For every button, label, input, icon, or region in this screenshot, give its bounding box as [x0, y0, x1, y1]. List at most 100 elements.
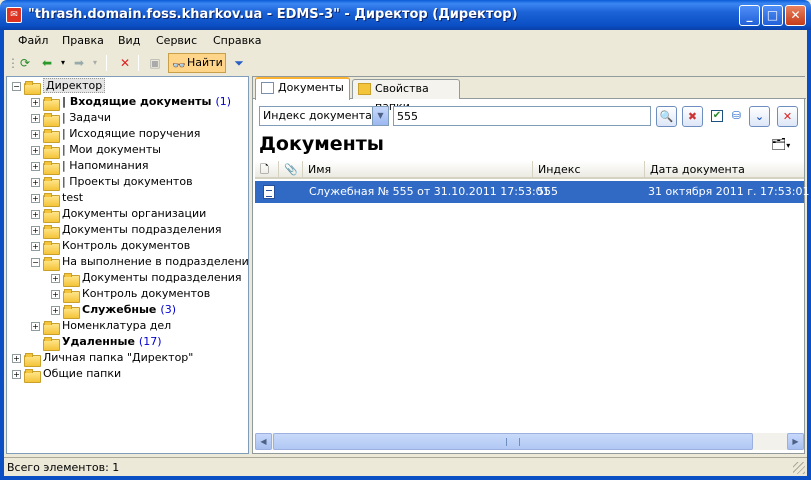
tree-item[interactable]: + | Задачи — [31, 110, 111, 127]
tree-item[interactable]: − На выполнение в подразделении — [31, 254, 248, 271]
clear-search-button[interactable]: ✖ — [682, 106, 703, 127]
search-row: Индекс документа ▼ 🔍 ✖ ✔ ⛁ ⌄ ✕ — [259, 106, 801, 128]
expand-toggle-icon[interactable]: + — [31, 129, 40, 139]
tree-item[interactable]: + | Проекты документов — [31, 174, 193, 191]
column-type-header[interactable]: 🗋 — [255, 161, 279, 179]
tree-item[interactable]: + Контроль документов — [31, 238, 190, 255]
search-option-checkbox[interactable]: ✔ — [711, 110, 723, 122]
tree-item[interactable]: +Удаленные(17) — [31, 334, 162, 351]
table-row[interactable]: Служебная № 555 от 31.10.2011 17:53:01 5… — [255, 181, 809, 203]
menu-service[interactable]: Сервис — [156, 34, 197, 47]
view-options-button[interactable]: 🗂▾ — [771, 137, 801, 153]
window-frame-right — [807, 30, 811, 480]
tab-folder-properties[interactable]: Свойства папки — [352, 79, 460, 113]
tree-item[interactable]: + Служебные (3) — [51, 302, 176, 319]
folder-icon — [63, 288, 80, 303]
close-icon: ✕ — [782, 110, 793, 123]
tree-item[interactable]: + | Напоминания — [31, 158, 148, 175]
tree-item-label: | Мои документы — [62, 143, 161, 156]
tree-item[interactable]: + test — [31, 190, 84, 207]
menu-help[interactable]: Справка — [213, 34, 261, 47]
close-search-button[interactable]: ✕ — [777, 106, 798, 127]
expand-toggle-icon[interactable]: + — [31, 97, 40, 107]
tree-item[interactable]: + Документы подразделения — [51, 270, 242, 287]
folder-icon — [43, 208, 60, 223]
expand-toggle-icon[interactable]: + — [31, 209, 40, 219]
scroll-right-icon[interactable]: ▶ — [787, 433, 804, 450]
search-field-select[interactable]: Индекс документа ▼ — [259, 106, 389, 126]
tree-item[interactable]: + | Исходящие поручения — [31, 126, 200, 143]
tree-item[interactable]: + Номенклатура дел — [31, 318, 171, 335]
folder-icon — [43, 128, 60, 143]
search-input[interactable] — [393, 106, 651, 126]
column-name-header[interactable]: Имя — [303, 161, 533, 179]
expand-toggle-icon[interactable]: + — [51, 305, 60, 315]
folder-tree[interactable]: − Директор + | Входящие документы (1) + | Зада… — [6, 76, 249, 454]
menu-edit[interactable]: Правка — [62, 34, 104, 47]
tree-item[interactable]: + Документы организации — [31, 206, 207, 223]
tree-item-label: Директор — [43, 78, 106, 93]
expand-toggle-icon[interactable]: + — [31, 145, 40, 155]
expand-toggle-icon[interactable]: + — [31, 113, 40, 123]
refresh-icon[interactable]: ⟳ — [16, 54, 34, 72]
scrollbar-thumb[interactable] — [273, 433, 753, 450]
expand-toggle-icon[interactable]: + — [51, 289, 60, 299]
expand-toggle-icon[interactable]: − — [31, 257, 40, 267]
delete-icon[interactable]: ✕ — [116, 54, 134, 72]
expand-toggle-icon[interactable]: + — [31, 161, 40, 171]
column-index-header[interactable]: Индекс документа — [533, 161, 645, 193]
expand-toggle-icon[interactable]: + — [31, 225, 40, 235]
tree-item[interactable]: + | Мои документы — [31, 142, 161, 159]
window-frame-bottom — [0, 476, 811, 480]
folder-icon — [43, 176, 60, 191]
expand-search-button[interactable]: ⌄ — [749, 106, 770, 127]
expand-toggle-icon[interactable]: − — [12, 81, 21, 91]
forward-dropdown-icon[interactable]: ▾ — [86, 54, 104, 72]
expand-toggle-icon[interactable]: + — [12, 369, 21, 379]
tree-item[interactable]: + | Входящие документы (1) — [31, 94, 232, 111]
chevron-down-icon[interactable]: ▼ — [372, 107, 388, 125]
tree-item-label: | Задачи — [62, 111, 111, 124]
expand-toggle-icon[interactable]: + — [31, 193, 40, 203]
document-type-icon: 🗋 — [260, 163, 269, 176]
documents-panel: Документы Свойства папки Индекс документ… — [252, 76, 809, 454]
menu-bar: Файл Правка Вид Сервис Справка — [4, 30, 807, 52]
window-frame-left — [0, 30, 4, 480]
expand-toggle-icon[interactable]: + — [51, 273, 60, 283]
folder-icon — [43, 256, 60, 271]
tree-item[interactable]: + Общие папки — [12, 366, 121, 383]
tree-item-label: Документы организации — [62, 207, 207, 220]
view-options-icon: 🗂 — [771, 137, 787, 151]
horizontal-scrollbar[interactable]: ◀ ▶ — [255, 433, 804, 450]
tree-item[interactable]: + Контроль документов — [51, 286, 210, 303]
column-date-header[interactable]: Дата документа — [645, 161, 804, 179]
close-button[interactable]: ✕ — [785, 5, 806, 26]
find-button[interactable]: 👓 Найти — [168, 53, 226, 73]
find-button-label: Найти — [187, 56, 223, 69]
maximize-button[interactable]: □ — [762, 5, 783, 26]
menu-view[interactable]: Вид — [118, 34, 140, 47]
menu-file[interactable]: Файл — [18, 34, 48, 47]
resize-grip-icon[interactable] — [793, 462, 805, 474]
column-attachment-header[interactable]: 📎 — [279, 161, 303, 179]
search-button[interactable]: 🔍 — [656, 106, 677, 127]
save-icon[interactable]: ▣ — [146, 54, 164, 72]
expand-toggle-icon[interactable]: + — [31, 321, 40, 331]
tree-item[interactable]: + Личная папка "Директор" — [12, 350, 193, 367]
minimize-button[interactable]: _ — [739, 5, 760, 26]
tree-item-label: Документы подразделения — [82, 271, 242, 284]
filter-icon[interactable]: ⏷ — [230, 54, 248, 72]
tree-item[interactable]: − Директор — [12, 78, 106, 95]
tree-item-label: test — [62, 191, 84, 204]
expand-toggle-icon[interactable]: + — [31, 177, 40, 187]
tab-strip: Документы Свойства папки — [253, 77, 806, 113]
expand-toggle-icon[interactable]: + — [12, 353, 21, 363]
clear-search-icon: ✖ — [687, 110, 698, 123]
tree-item[interactable]: + Документы подразделения — [31, 222, 222, 239]
expand-toggle-icon[interactable]: + — [31, 241, 40, 251]
tree-item-count: (1) — [215, 95, 232, 108]
tab-documents[interactable]: Документы — [255, 77, 350, 100]
scroll-left-icon[interactable]: ◀ — [255, 433, 272, 450]
search-options-icon[interactable]: ⛁ — [726, 106, 747, 127]
tree-item-label: Удаленные — [62, 335, 135, 348]
